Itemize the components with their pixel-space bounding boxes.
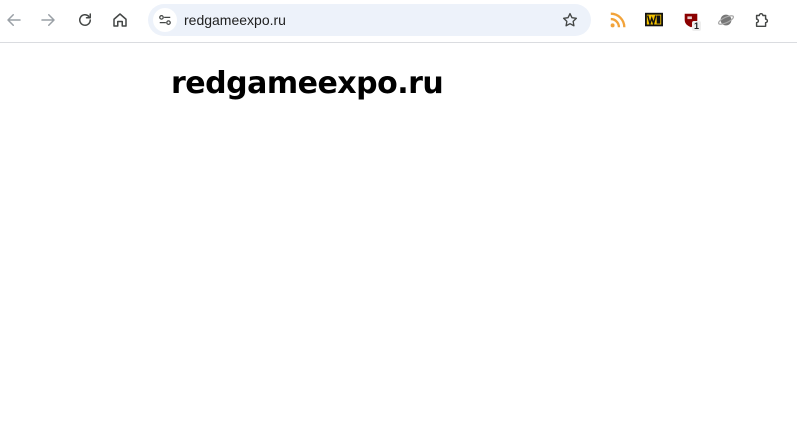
planet-extension-button[interactable]: [716, 10, 736, 30]
puzzle-icon: [755, 13, 769, 28]
extensions-menu-button[interactable]: [752, 10, 772, 30]
star-icon[interactable]: [561, 11, 579, 29]
forward-button[interactable]: [34, 6, 62, 34]
rss-icon: [610, 12, 626, 28]
w-logo-icon: [645, 12, 663, 27]
reload-icon: [79, 13, 91, 26]
shield-extension-button[interactable]: 1: [681, 10, 702, 31]
home-icon: [113, 13, 127, 27]
site-info-button[interactable]: [153, 8, 177, 32]
url-text[interactable]: redgameexpo.ru: [184, 12, 286, 28]
arrow-left-icon: [7, 14, 21, 26]
back-button[interactable]: [0, 6, 28, 34]
reload-button[interactable]: [71, 6, 99, 34]
page-heading: redgameexpo.ru: [171, 66, 444, 101]
tune-icon: [159, 15, 171, 25]
home-button[interactable]: [106, 6, 134, 34]
planet-icon: [717, 14, 735, 26]
browser-toolbar: redgameexpo.ru 1: [0, 0, 797, 43]
arrow-right-icon: [41, 14, 55, 26]
extension-badge: 1: [692, 21, 702, 31]
rss-extension-button[interactable]: [608, 10, 628, 30]
address-bar[interactable]: redgameexpo.ru: [148, 4, 591, 36]
w-extension-button[interactable]: [644, 10, 664, 30]
